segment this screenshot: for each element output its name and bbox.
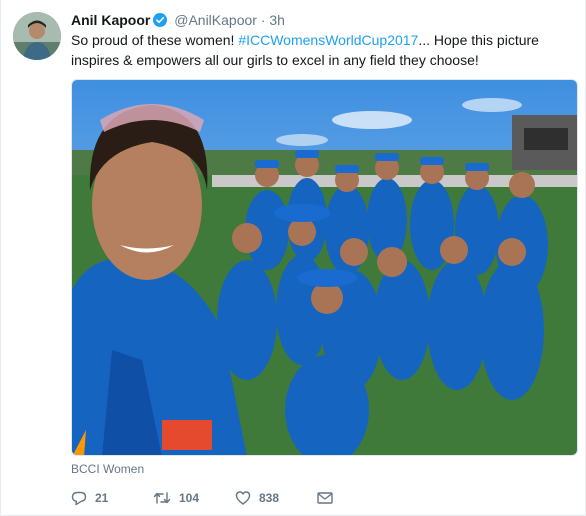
author-name[interactable]: Anil Kapoor bbox=[71, 12, 150, 28]
tweet-text: So proud of these women! #ICCWomensWorld… bbox=[71, 30, 571, 70]
reply-button[interactable]: 21 bbox=[71, 488, 153, 508]
like-count: 838 bbox=[259, 491, 280, 505]
reply-icon bbox=[71, 490, 87, 506]
tweet-actions: 21 104 838 bbox=[71, 488, 333, 508]
reply-count: 21 bbox=[95, 491, 109, 505]
author-handle[interactable]: @AnilKapoor bbox=[174, 12, 257, 28]
retweet-icon bbox=[153, 490, 171, 506]
retweet-count: 104 bbox=[179, 491, 200, 505]
like-button[interactable]: 838 bbox=[235, 488, 317, 508]
envelope-icon bbox=[317, 491, 333, 505]
author-avatar[interactable] bbox=[13, 12, 61, 60]
tweet-photo[interactable] bbox=[71, 79, 578, 456]
separator-dot: · bbox=[260, 12, 266, 28]
verified-badge-icon bbox=[153, 13, 168, 27]
hashtag-link[interactable]: #ICCWomensWorldCup2017 bbox=[238, 32, 418, 48]
tweet-timestamp[interactable]: 3h bbox=[269, 12, 285, 28]
tweet-card[interactable]: Anil Kapoor @AnilKapoor · 3h So proud of… bbox=[0, 0, 586, 516]
tweet-header: Anil Kapoor @AnilKapoor · 3h bbox=[71, 11, 285, 29]
media-caption[interactable]: BCCI Women bbox=[71, 461, 144, 477]
tweet-text-prefix: So proud of these women! bbox=[71, 32, 239, 48]
direct-message-button[interactable] bbox=[317, 488, 333, 508]
heart-icon bbox=[235, 490, 251, 506]
retweet-button[interactable]: 104 bbox=[153, 488, 235, 508]
